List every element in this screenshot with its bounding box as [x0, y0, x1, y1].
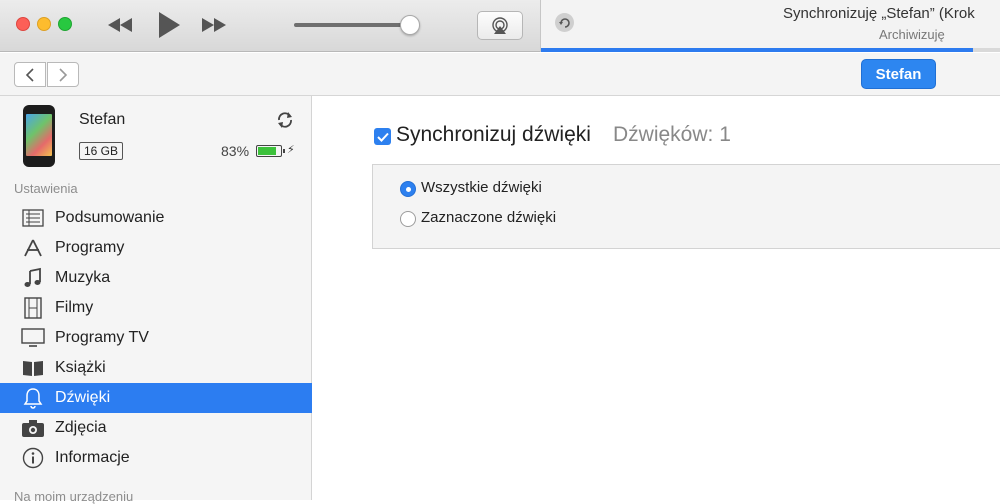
- fast-forward-icon: [202, 18, 226, 32]
- back-button[interactable]: [14, 62, 46, 87]
- sounds-count: Dźwięków: 1: [613, 123, 731, 146]
- sync-sounds-checkbox[interactable]: [374, 128, 391, 145]
- sidebar-item-label: Muzyka: [55, 269, 111, 286]
- all-sounds-radio[interactable]: [400, 181, 416, 197]
- sidebar-item-label: Programy: [55, 239, 125, 256]
- apps-icon: [20, 236, 46, 260]
- volume-slider-knob[interactable]: [400, 15, 420, 35]
- sidebar-item-label: Książki: [55, 359, 106, 376]
- rewind-icon: [108, 18, 132, 32]
- chevron-right-icon: [59, 67, 68, 82]
- bell-icon: [20, 386, 46, 410]
- film-icon: [20, 296, 46, 320]
- main-content: Synchronizuj dźwięki Dźwięków: 1 Wszystk…: [313, 96, 1000, 500]
- play-button[interactable]: [153, 10, 185, 40]
- volume-slider-track[interactable]: [294, 23, 412, 27]
- title-bar: Synchronizuję „Stefan” (Krok Archiwizuję: [0, 0, 1000, 52]
- fast-forward-button[interactable]: [198, 10, 230, 40]
- airplay-button[interactable]: [477, 11, 523, 40]
- chevron-left-icon: [25, 67, 34, 82]
- status-title: Synchronizuję „Stefan” (Krok: [783, 5, 975, 22]
- tv-icon: [20, 326, 46, 350]
- sidebar-item-sounds[interactable]: Dźwięki: [0, 383, 312, 413]
- sidebar-item-movies[interactable]: Filmy: [0, 293, 312, 323]
- sync-options-panel: Wszystkie dźwięki Zaznaczone dźwięki: [372, 164, 1000, 249]
- sidebar-item-label: Zdjęcia: [55, 419, 107, 436]
- airplay-icon: [492, 16, 508, 34]
- forward-button[interactable]: [47, 62, 79, 87]
- device-name: Stefan: [79, 111, 126, 128]
- sidebar-item-books[interactable]: Książki: [0, 353, 312, 383]
- sidebar-item-music[interactable]: Muzyka: [0, 263, 312, 293]
- charging-bolt-icon: ⚡: [287, 144, 295, 156]
- checkmark-icon: [376, 132, 389, 142]
- device-button[interactable]: Stefan: [861, 59, 936, 89]
- sidebar-item-label: Filmy: [55, 299, 94, 316]
- zoom-window-button[interactable]: [58, 17, 72, 31]
- all-sounds-label[interactable]: Wszystkie dźwięki: [421, 179, 542, 196]
- sidebar: Stefan 16 GB 83% ⚡ Ustawienia Podsumowan…: [0, 96, 312, 504]
- settings-section-label: Ustawienia: [14, 181, 78, 196]
- play-icon: [159, 12, 180, 38]
- sidebar-item-summary[interactable]: Podsumowanie: [0, 203, 312, 233]
- battery-percent: 83%: [221, 143, 250, 159]
- on-device-section-label: Na moim urządzeniu: [14, 489, 134, 504]
- rewind-button[interactable]: [104, 10, 136, 40]
- book-icon: [20, 356, 46, 380]
- sidebar-item-label: Podsumowanie: [55, 209, 165, 226]
- sync-progress-bar: [541, 48, 1000, 52]
- selected-sounds-radio[interactable]: [400, 211, 416, 227]
- status-subtitle: Archiwizuję: [879, 27, 945, 42]
- sidebar-item-tv-shows[interactable]: Programy TV: [0, 323, 312, 353]
- sidebar-item-label: Programy TV: [55, 329, 149, 346]
- close-window-button[interactable]: [16, 17, 30, 31]
- iphone-icon: [23, 105, 55, 167]
- camera-icon: [20, 416, 46, 440]
- battery-nub: [283, 149, 285, 153]
- selected-sounds-label[interactable]: Zaznaczone dźwięki: [421, 209, 556, 226]
- navigation-bar: Stefan: [0, 53, 1000, 96]
- sync-icon[interactable]: [275, 110, 295, 130]
- sidebar-item-apps[interactable]: Programy: [0, 233, 312, 263]
- status-display: Synchronizuję „Stefan” (Krok Archiwizuję: [540, 0, 1000, 52]
- music-note-icon: [20, 266, 46, 290]
- minimize-window-button[interactable]: [37, 17, 51, 31]
- sidebar-item-info[interactable]: Informacje: [0, 443, 312, 473]
- list-icon: [20, 206, 46, 230]
- sidebar-item-photos[interactable]: Zdjęcia: [0, 413, 312, 443]
- sidebar-item-label: Dźwięki: [55, 389, 111, 406]
- sidebar-item-label: Informacje: [55, 449, 130, 466]
- battery-icon: [256, 145, 282, 157]
- info-icon: [20, 446, 46, 470]
- capacity-badge: 16 GB: [79, 142, 124, 160]
- sync-progress-fill: [541, 48, 974, 52]
- sync-sounds-label[interactable]: Synchronizuj dźwięki: [396, 123, 591, 147]
